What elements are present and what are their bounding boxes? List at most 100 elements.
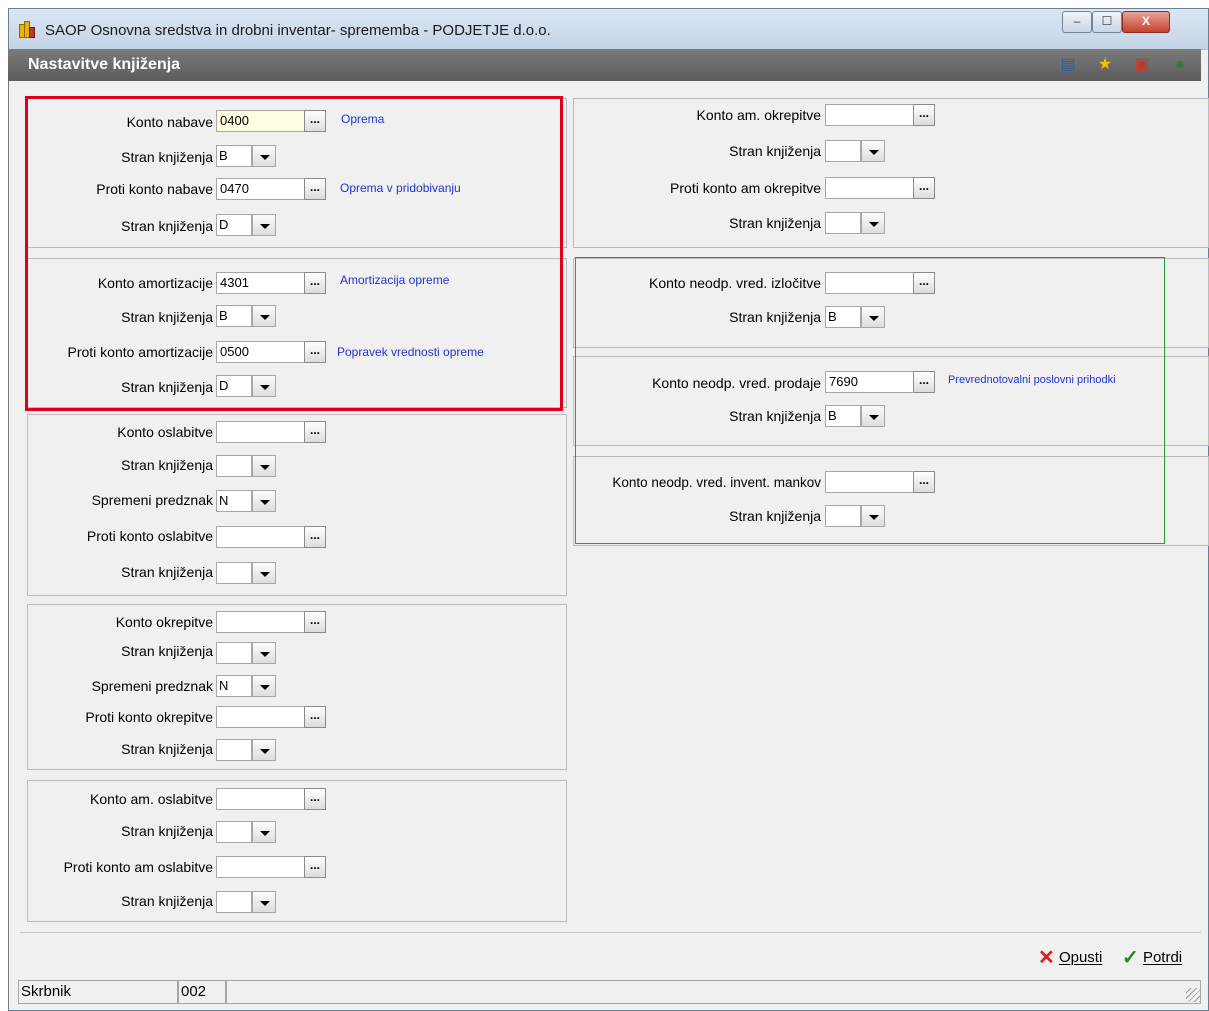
checkmark-icon: ✓ xyxy=(1122,947,1139,970)
resize-grip-icon[interactable] xyxy=(1186,988,1200,1002)
proti-konto-am-oslabitve-lookup-button[interactable]: ... xyxy=(304,856,326,878)
stran-knjizenja-select[interactable] xyxy=(216,821,276,843)
window-title: SAOP Osnovna sredstva in drobni inventar… xyxy=(45,22,551,39)
konto-okrepitve-input[interactable] xyxy=(216,611,304,633)
stran-knjizenja-select[interactable]: B xyxy=(216,305,276,327)
stran-knjizenja-label: Stran knjiženja xyxy=(121,643,213,659)
konto-nabave-lookup-button[interactable]: ... xyxy=(304,110,326,132)
star-icon[interactable]: ★ xyxy=(1095,56,1115,74)
chevron-down-icon[interactable] xyxy=(861,306,885,328)
proti-konto-oslabitve-lookup-button[interactable]: ... xyxy=(304,526,326,548)
proti-konto-amortizacije-input[interactable]: 0500 xyxy=(216,341,304,363)
spremeni-predznak-label: Spremeni predznak xyxy=(91,678,213,694)
konto-okrepitve-lookup-button[interactable]: ... xyxy=(304,611,326,633)
chevron-down-icon[interactable] xyxy=(861,505,885,527)
stran-knjizenja-label: Stran knjiženja xyxy=(121,149,213,165)
chevron-down-icon[interactable] xyxy=(252,145,276,167)
proti-konto-oslabitve-input[interactable] xyxy=(216,526,304,548)
layout-icon[interactable]: ▤ xyxy=(1058,56,1078,74)
stran-knjizenja-select[interactable]: B xyxy=(825,405,885,427)
proti-konto-am-okrepitve-input[interactable] xyxy=(825,177,913,199)
konto-neodp-vred-invent-mankov-label: Konto neodp. vred. invent. mankov xyxy=(612,475,821,490)
footer-divider xyxy=(20,932,1201,933)
confirm-button-label: Potrdi xyxy=(1142,949,1183,966)
chevron-down-icon[interactable] xyxy=(252,739,276,761)
konto-oslabitve-lookup-button[interactable]: ... xyxy=(304,421,326,443)
proti-konto-okrepitve-input[interactable] xyxy=(216,706,304,728)
chevron-down-icon[interactable] xyxy=(252,642,276,664)
chevron-down-icon[interactable] xyxy=(861,212,885,234)
spremeni-predznak-label: Spremeni predznak xyxy=(91,492,213,508)
stran-knjizenja-select[interactable]: D xyxy=(216,375,276,397)
chevron-down-icon[interactable] xyxy=(861,140,885,162)
chevron-down-icon[interactable] xyxy=(861,405,885,427)
konto-am-okrepitve-lookup-button[interactable]: ... xyxy=(913,104,935,126)
proti-konto-am-oslabitve-input[interactable] xyxy=(216,856,304,878)
proti-konto-nabave-lookup-button[interactable]: ... xyxy=(304,178,326,200)
chevron-down-icon[interactable] xyxy=(252,375,276,397)
proti-konto-nabave-input[interactable]: 0470 xyxy=(216,178,304,200)
konto-neodp-vred-izlocitve-lookup-button[interactable]: ... xyxy=(913,272,935,294)
chevron-down-icon[interactable] xyxy=(252,490,276,512)
chevron-down-icon[interactable] xyxy=(252,455,276,477)
stran-knjizenja-select[interactable] xyxy=(216,642,276,664)
stran-knjizenja-label: Stran knjiženja xyxy=(729,408,821,424)
cancel-button[interactable]: ✕ Opusti xyxy=(1038,946,1102,970)
konto-neodp-vred-prodaje-input[interactable]: 7690 xyxy=(825,371,913,393)
konto-nabave-label: Konto nabave xyxy=(126,114,213,130)
konto-neodp-vred-invent-mankov-lookup-button[interactable]: ... xyxy=(913,471,935,493)
stran-knjizenja-label: Stran knjiženja xyxy=(121,379,213,395)
status-user-code: 002 xyxy=(178,980,226,1004)
konto-am-oslabitve-input[interactable] xyxy=(216,788,304,810)
stran-knjizenja-select[interactable] xyxy=(216,562,276,584)
stran-knjizenja-select[interactable] xyxy=(216,891,276,913)
konto-nabave-input[interactable]: 0400 xyxy=(216,110,304,132)
proti-konto-amortizacije-desc: Popravek vrednosti opreme xyxy=(337,345,484,359)
proti-konto-am-okrepitve-lookup-button[interactable]: ... xyxy=(913,177,935,199)
konto-amortizacije-lookup-button[interactable]: ... xyxy=(304,272,326,294)
proti-konto-okrepitve-label: Proti konto okrepitve xyxy=(85,709,213,725)
chevron-down-icon[interactable] xyxy=(252,562,276,584)
konto-neodp-vred-invent-mankov-input[interactable] xyxy=(825,471,913,493)
page-title: Nastavitve knjiženja xyxy=(28,56,181,73)
maximize-button[interactable]: ☐ xyxy=(1092,11,1122,33)
cancel-button-label: Opusti xyxy=(1058,949,1103,966)
konto-amortizacije-input[interactable]: 4301 xyxy=(216,272,304,294)
confirm-button[interactable]: ✓ Potrdi xyxy=(1122,946,1182,970)
stran-knjizenja-select[interactable] xyxy=(216,739,276,761)
konto-neodp-vred-prodaje-label: Konto neodp. vred. prodaje xyxy=(652,375,821,391)
section-header: Nastavitve knjiženja ▤ ★ ▣ ● xyxy=(8,49,1201,81)
spremeni-predznak-select[interactable]: N xyxy=(216,490,276,512)
konto-am-okrepitve-label: Konto am. okrepitve xyxy=(696,107,821,123)
minimize-button[interactable]: ‒ xyxy=(1062,11,1092,33)
status-bar-rest xyxy=(226,980,1201,1004)
proti-konto-amortizacije-lookup-button[interactable]: ... xyxy=(304,341,326,363)
stran-knjizenja-select[interactable]: D xyxy=(216,214,276,236)
close-document-icon[interactable]: ▣ xyxy=(1132,56,1152,74)
spremeni-predznak-select[interactable]: N xyxy=(216,675,276,697)
konto-neodp-vred-prodaje-lookup-button[interactable]: ... xyxy=(913,371,935,393)
close-button[interactable]: X xyxy=(1122,11,1170,33)
stran-knjizenja-select[interactable] xyxy=(825,140,885,162)
stran-knjizenja-select[interactable]: B xyxy=(216,145,276,167)
stran-knjizenja-select[interactable] xyxy=(825,505,885,527)
chevron-down-icon[interactable] xyxy=(252,891,276,913)
konto-nabave-desc: Oprema xyxy=(341,112,385,126)
stran-knjizenja-select[interactable] xyxy=(216,455,276,477)
proti-konto-am-oslabitve-label: Proti konto am oslabitve xyxy=(63,859,213,875)
konto-am-okrepitve-input[interactable] xyxy=(825,104,913,126)
konto-neodp-vred-izlocitve-input[interactable] xyxy=(825,272,913,294)
chevron-down-icon[interactable] xyxy=(252,214,276,236)
chevron-down-icon[interactable] xyxy=(252,821,276,843)
chevron-down-icon[interactable] xyxy=(252,305,276,327)
stran-knjizenja-label: Stran knjiženja xyxy=(729,143,821,159)
highlight-green xyxy=(575,257,1165,544)
chevron-down-icon[interactable] xyxy=(252,675,276,697)
konto-oslabitve-input[interactable] xyxy=(216,421,304,443)
konto-amortizacije-label: Konto amortizacije xyxy=(97,275,213,291)
help-icon[interactable]: ● xyxy=(1170,56,1190,74)
konto-am-oslabitve-lookup-button[interactable]: ... xyxy=(304,788,326,810)
stran-knjizenja-select[interactable] xyxy=(825,212,885,234)
stran-knjizenja-select[interactable]: B xyxy=(825,306,885,328)
proti-konto-okrepitve-lookup-button[interactable]: ... xyxy=(304,706,326,728)
